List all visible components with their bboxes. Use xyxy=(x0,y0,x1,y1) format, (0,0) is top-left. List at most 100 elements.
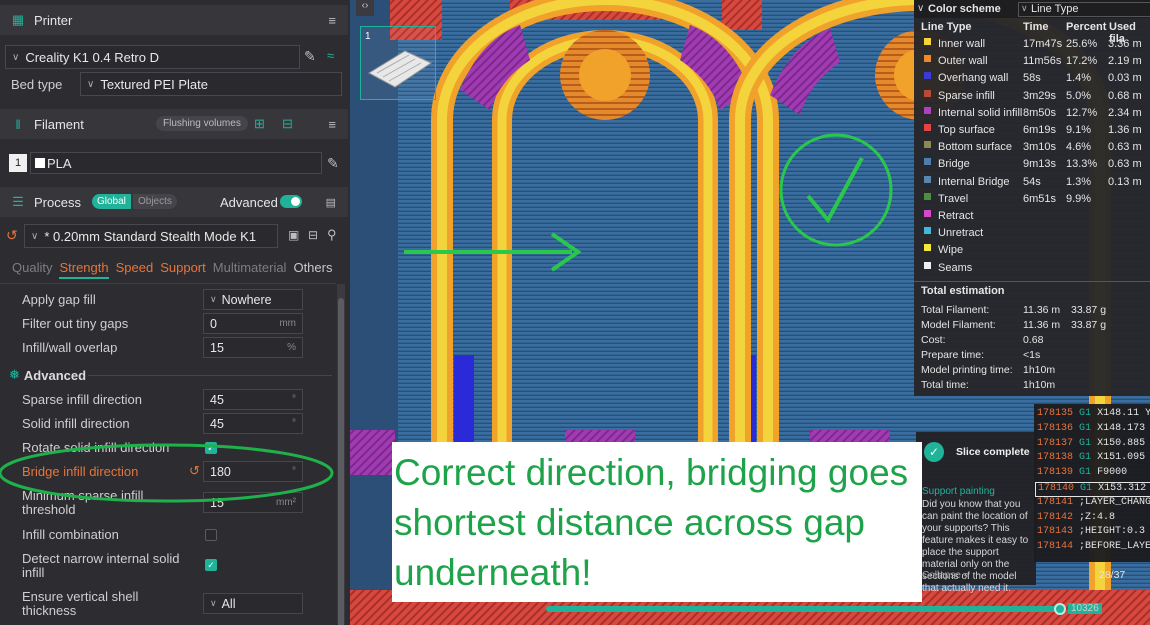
printer-select[interactable]: ∨ Creality K1 0.4 Retro D xyxy=(5,45,300,69)
legend-swatch xyxy=(924,210,931,217)
legend-row[interactable]: Wipe xyxy=(914,242,1150,259)
bed-type-select[interactable]: ∨ Textured PEI Plate xyxy=(80,72,342,96)
flushing-volumes-button[interactable]: Flushing volumes xyxy=(156,116,248,131)
process-section-header[interactable]: ☰ Process Global Objects Advanced ▤ xyxy=(0,187,348,217)
tab-speed[interactable]: Speed xyxy=(116,260,154,279)
legend-row[interactable]: Seams xyxy=(914,260,1150,277)
tab-others[interactable]: Others xyxy=(293,260,332,279)
legend-row-time: 11m56s xyxy=(1023,55,1062,68)
check-icon: ✓ xyxy=(924,442,944,462)
settings-sliders-icon[interactable]: ≡ xyxy=(328,13,336,28)
gcode-args: X148.173 Y xyxy=(1097,422,1150,434)
printer-section-title: Printer xyxy=(34,12,73,28)
legend-swatch xyxy=(924,106,931,114)
process-preset-select[interactable]: ∨ * 0.20mm Standard Stealth Mode K1 xyxy=(24,224,278,248)
sparse-infill-direction-input[interactable]: 45 ° xyxy=(203,389,303,410)
objects-toggle[interactable]: Objects xyxy=(133,194,177,209)
infill-combination-checkbox[interactable] xyxy=(205,529,217,541)
legend-row[interactable]: Internal Bridge 54s 1.3% 0.13 m xyxy=(914,174,1150,191)
gcode-args: ;HEIGHT:0.3 xyxy=(1079,526,1146,538)
edit-icon[interactable]: ✎ xyxy=(327,155,339,172)
legend-row-used: 0.63 m xyxy=(1108,141,1142,154)
collapse-label: Collapse xyxy=(922,570,961,581)
gcode-line-number: 178143 xyxy=(1037,526,1074,538)
ensure-vertical-label: Ensure vertical shell thickness xyxy=(22,589,139,618)
solid-infill-direction-input[interactable]: 45 ° xyxy=(203,413,303,434)
filter-tiny-gaps-input[interactable]: 0 mm xyxy=(203,313,303,334)
chevron-down-icon: ∨ xyxy=(87,78,95,90)
legend-row[interactable]: Sparse infill 3m29s 5.0% 0.68 m xyxy=(914,88,1150,105)
switch-knob xyxy=(291,197,300,206)
internal-solid-region xyxy=(350,430,395,475)
legend-row[interactable]: Travel 6m51s 9.9% xyxy=(914,191,1150,208)
filament-color-swatch xyxy=(35,158,45,168)
advanced-switch[interactable] xyxy=(280,195,302,208)
tip-title-link[interactable]: Support painting xyxy=(922,486,995,497)
sparse-infill-direction-label: Sparse infill direction xyxy=(22,392,142,407)
filament-select[interactable]: PLA xyxy=(30,152,322,174)
printer-section-header[interactable]: ▦ Printer ≡ xyxy=(0,5,348,35)
compare-icon[interactable]: ▤ xyxy=(326,196,336,209)
legend-row-time: 6m19s xyxy=(1023,124,1057,136)
move-slider-knob[interactable] xyxy=(1054,603,1066,615)
infill-wall-overlap-input[interactable]: 15% xyxy=(203,337,303,358)
legend-row-used: 0.03 m xyxy=(1108,72,1142,85)
legend-row-percent: 9.1% xyxy=(1066,124,1092,136)
save-icon[interactable]: ▣ xyxy=(288,228,299,242)
collapse-sidebar-icon[interactable]: ‹› xyxy=(356,0,374,16)
tab-strength[interactable]: Strength xyxy=(59,260,109,279)
process-section-title: Process xyxy=(34,194,81,210)
filter-tiny-gaps-label: Filter out tiny gaps xyxy=(22,316,129,331)
legend-row[interactable]: Outer wall 11m56s 17.2% 2.19 m xyxy=(914,53,1150,70)
edit-icon[interactable]: ✎ xyxy=(304,48,316,65)
legend-row[interactable]: Top surface 6m19s 9.1% 1.36 m xyxy=(914,122,1150,139)
search-icon[interactable]: ⚲ xyxy=(327,227,337,243)
gcode-line-number: 178141 xyxy=(1037,496,1074,508)
ensure-vertical-select[interactable]: ∨ All xyxy=(203,593,303,614)
legend-row-used: 1.36 m xyxy=(1108,124,1142,136)
gcode-args: X150.885 Y xyxy=(1097,437,1150,449)
gcode-line: 178137 G1 X150.885 Y xyxy=(1037,438,1150,453)
remove-filament-icon[interactable]: ⊟ xyxy=(282,116,293,132)
plate-thumbnail-image xyxy=(367,50,433,88)
legend-row-percent: 17.2% xyxy=(1066,55,1098,68)
chevron-down-icon[interactable]: ∨ xyxy=(917,3,924,14)
legend-row[interactable]: Bridge 9m13s 13.3% 0.63 m xyxy=(914,156,1150,173)
legend-divider xyxy=(914,281,1150,282)
solid-infill-direction-label: Solid infill direction xyxy=(22,416,130,431)
legend-swatch xyxy=(924,38,931,45)
legend-row[interactable]: Bottom surface 3m10s 4.6% 0.63 m xyxy=(914,139,1150,156)
undo-icon[interactable]: ↺ xyxy=(6,227,18,244)
add-filament-icon[interactable]: ⊞ xyxy=(254,116,265,132)
gcode-line-number: 178144 xyxy=(1037,541,1074,553)
gcode-line: 178138 G1 X151.095 Y xyxy=(1037,452,1150,467)
tab-multimaterial[interactable]: Multimaterial xyxy=(213,260,287,279)
legend-row-name: Bridge xyxy=(938,158,970,171)
legend-row[interactable]: Overhang wall 58s 1.4% 0.03 m xyxy=(914,70,1150,87)
settings-sliders-icon[interactable]: ≡ xyxy=(328,117,336,132)
filament-section-header[interactable]: ‖ Filament Flushing volumes ⊞ ⊟ ≡ xyxy=(0,109,348,139)
legend-row[interactable]: Internal solid infill 8m50s 12.7% 2.34 m xyxy=(914,105,1150,122)
legend-swatch xyxy=(924,227,931,235)
color-scheme-select[interactable]: ∨ Line Type xyxy=(1018,2,1150,17)
legend-swatch xyxy=(924,244,931,252)
detect-narrow-checkbox[interactable]: ✓ xyxy=(205,559,217,571)
wifi-icon[interactable]: ≈ xyxy=(327,48,334,63)
legend-row[interactable]: Unretract xyxy=(914,225,1150,242)
legend-row-time: 9m13s xyxy=(1023,158,1057,171)
collapse-button[interactable]: Collapse ≈ xyxy=(922,570,969,581)
legend-row-percent: 12.7% xyxy=(1066,106,1098,119)
filter-tiny-gaps-value: 0 xyxy=(210,316,217,331)
legend-row[interactable]: Retract xyxy=(914,208,1150,225)
minus-box-icon[interactable]: ⊟ xyxy=(308,228,318,242)
tab-support[interactable]: Support xyxy=(160,260,206,279)
move-slider[interactable] xyxy=(546,603,1066,615)
legend-row-percent: 1.3% xyxy=(1066,175,1092,188)
gcode-line-number: 178139 xyxy=(1037,467,1074,479)
global-toggle[interactable]: Global xyxy=(92,194,131,209)
legend-row[interactable]: Inner wall 17m47s 25.6% 3.36 m xyxy=(914,36,1150,53)
estimation-label: Total time: xyxy=(921,379,969,391)
tab-quality[interactable]: Quality xyxy=(12,260,52,279)
apply-gap-fill-select[interactable]: ∨ Nowhere xyxy=(203,289,303,310)
plate-thumbnail[interactable]: 1 xyxy=(360,26,436,100)
